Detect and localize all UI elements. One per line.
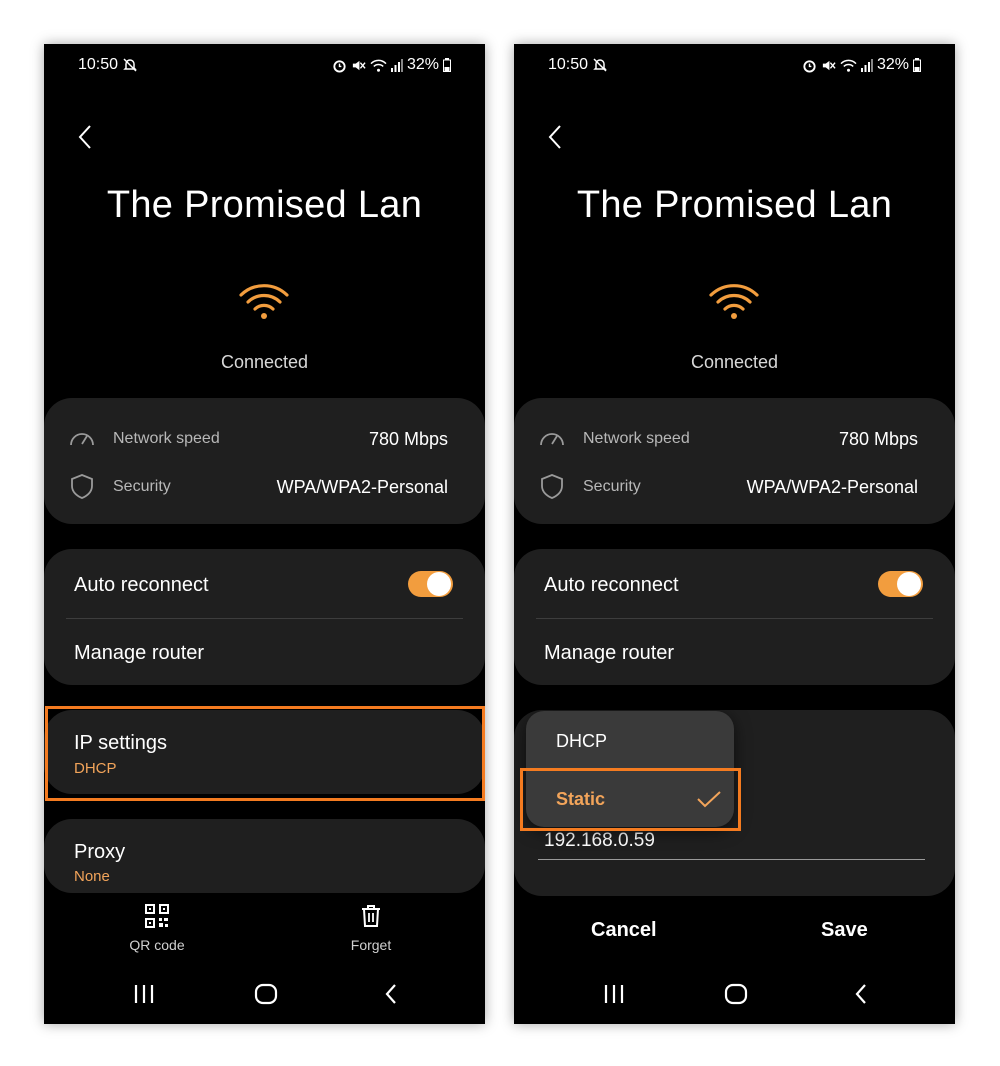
recent-apps-icon — [134, 985, 154, 1003]
auto-reconnect-label: Auto reconnect — [74, 574, 209, 596]
qr-code-icon — [145, 904, 169, 928]
speedometer-icon — [68, 426, 96, 455]
auto-reconnect-toggle[interactable] — [408, 571, 453, 597]
network-speed-value: 780 Mbps — [838, 429, 918, 449]
status-time: 10:50 — [548, 56, 589, 73]
toggle-knob — [897, 572, 921, 596]
connection-options-card: Auto reconnect Manage router — [44, 549, 485, 685]
wifi-icon — [370, 59, 387, 72]
network-name: The Promised Lan — [576, 184, 893, 226]
ip-address-underline — [538, 859, 925, 860]
speedometer-icon — [538, 426, 566, 455]
signal-icon — [860, 59, 873, 72]
divider — [536, 618, 933, 619]
network-info-card: Network speed 780 Mbps Security WPA/WPA2… — [44, 398, 485, 524]
recent-apps-button[interactable] — [133, 980, 155, 1013]
forget-label: Forget — [350, 937, 392, 953]
manage-router-item[interactable]: Manage router — [74, 642, 204, 665]
connection-options-card: Auto reconnect Manage router — [514, 549, 955, 685]
alarm-icon — [333, 59, 346, 73]
network-info-card: Network speed 780 Mbps Security WPA/WPA2… — [514, 398, 955, 524]
status-icons: 32% — [802, 56, 921, 74]
nav-back-button[interactable] — [381, 980, 401, 1013]
shield-icon — [68, 472, 96, 505]
nav-back-icon — [855, 984, 866, 1004]
battery-percent: 32% — [876, 56, 909, 73]
toggle-knob — [427, 572, 451, 596]
divider — [66, 618, 463, 619]
status-bar: 10:50 32% — [514, 44, 955, 88]
home-icon — [254, 983, 278, 1005]
chevron-left-icon — [548, 125, 561, 149]
security-label: Security — [113, 478, 171, 495]
ip-address-field[interactable]: 192.168.0.59 — [544, 830, 655, 852]
qr-code-button[interactable]: QR code — [97, 904, 217, 953]
home-button[interactable] — [724, 980, 748, 1013]
mute-icon — [352, 60, 366, 70]
shield-icon — [538, 472, 566, 505]
battery-icon — [913, 58, 921, 72]
highlight-frame — [520, 768, 741, 831]
nav-back-icon — [385, 984, 396, 1004]
network-speed-label: Network speed — [583, 430, 690, 447]
connection-status: Connected — [690, 352, 779, 372]
security-value: WPA/WPA2-Personal — [276, 477, 448, 497]
network-name: The Promised Lan — [106, 184, 423, 226]
wifi-signal-icon — [238, 281, 290, 326]
network-speed-value: 780 Mbps — [368, 429, 448, 449]
nav-back-button[interactable] — [851, 980, 871, 1013]
chevron-left-icon — [78, 125, 91, 149]
signal-icon — [390, 59, 403, 72]
recent-apps-button[interactable] — [603, 980, 625, 1013]
proxy-item[interactable]: Proxy None — [44, 819, 485, 893]
back-button[interactable] — [542, 120, 572, 154]
highlight-frame — [45, 706, 485, 801]
manage-router-item[interactable]: Manage router — [544, 642, 674, 665]
battery-icon — [443, 58, 451, 72]
wifi-signal-icon — [708, 281, 760, 326]
phone-screen-right: 10:50 32% The Promised Lan Connected Net… — [514, 44, 955, 1024]
alarm-icon — [803, 59, 816, 73]
trash-icon — [362, 905, 380, 927]
dropdown-option-dhcp[interactable]: DHCP — [556, 731, 607, 752]
proxy-value: None — [74, 868, 110, 885]
wifi-icon — [840, 59, 857, 72]
battery-percent: 32% — [406, 56, 439, 73]
status-time: 10:50 — [78, 56, 119, 73]
back-button[interactable] — [72, 120, 102, 154]
security-label: Security — [583, 478, 641, 495]
mute-icon — [822, 60, 836, 70]
phone-screen-left: 10:50 32% The Promised Lan Connected Net… — [44, 44, 485, 1024]
save-button[interactable]: Save — [821, 919, 868, 942]
proxy-label: Proxy — [74, 841, 126, 863]
auto-reconnect-label: Auto reconnect — [544, 574, 679, 596]
security-value: WPA/WPA2-Personal — [746, 477, 918, 497]
home-icon — [724, 983, 748, 1005]
qr-code-label: QR code — [129, 937, 185, 953]
auto-reconnect-toggle[interactable] — [878, 571, 923, 597]
do-not-disturb-icon — [592, 57, 608, 78]
network-speed-label: Network speed — [113, 430, 220, 447]
connection-status: Connected — [220, 352, 309, 372]
status-bar: 10:50 32% — [44, 44, 485, 88]
home-button[interactable] — [254, 980, 278, 1013]
status-icons: 32% — [332, 56, 451, 74]
do-not-disturb-icon — [122, 57, 138, 78]
cancel-button[interactable]: Cancel — [591, 919, 657, 942]
forget-button[interactable]: Forget — [311, 904, 431, 953]
recent-apps-icon — [604, 985, 624, 1003]
